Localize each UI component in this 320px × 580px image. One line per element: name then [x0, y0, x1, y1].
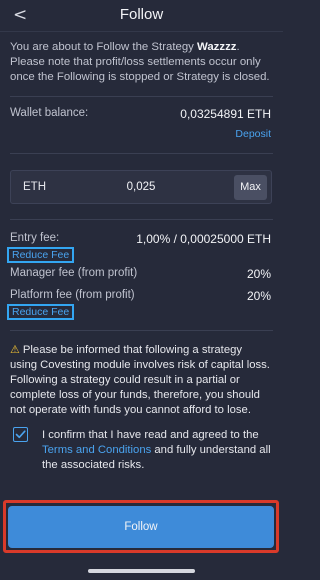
risk-warning-text: Please be informed that following a stra…	[10, 344, 270, 416]
confirm-text-before: I confirm that I have read and agreed to…	[42, 429, 259, 441]
warning-icon: ⚠	[10, 344, 20, 356]
platform-fee-value: 20%	[246, 289, 271, 303]
follow-notice: You are about to Follow the Strategy Waz…	[10, 40, 272, 85]
wallet-balance-value: 0,03254891 ETH	[180, 107, 271, 121]
deposit-link[interactable]: Deposit	[235, 128, 271, 140]
amount-input[interactable]	[11, 181, 271, 193]
page-title: Follow	[119, 6, 164, 23]
manager-fee-label: Manager fee (from profit)	[10, 267, 138, 279]
divider	[10, 219, 273, 220]
terms-link[interactable]: Terms and Conditions	[42, 444, 151, 456]
platform-fee-label: Platform fee (from profit)	[10, 289, 135, 301]
strategy-name: Wazzzz	[197, 41, 237, 53]
home-indicator[interactable]	[88, 569, 195, 573]
entry-fee-value: 1,00% / 0,00025000 ETH	[136, 232, 271, 246]
reduce-fee-link-platform[interactable]: Reduce Fee	[7, 304, 75, 320]
wallet-balance-label: Wallet balance:	[10, 107, 89, 119]
checkmark-icon	[15, 430, 26, 439]
terms-checkbox[interactable]	[13, 427, 28, 442]
divider	[10, 153, 273, 154]
divider	[10, 330, 273, 331]
follow-button[interactable]: Follow	[8, 506, 274, 548]
max-button[interactable]: Max	[234, 175, 267, 200]
entry-fee-label: Entry fee:	[10, 232, 60, 244]
header: < Follow	[0, 0, 283, 32]
risk-warning: ⚠ Please be informed that following a str…	[10, 343, 272, 418]
terms-confirmation: I confirm that I have read and agreed to…	[42, 428, 276, 473]
notice-text-before: You are about to Follow the Strategy	[10, 41, 198, 53]
manager-fee-value: 20%	[246, 267, 271, 281]
reduce-fee-link-entry[interactable]: Reduce Fee	[7, 247, 75, 263]
divider	[10, 96, 273, 97]
amount-input-box[interactable]: ETH Max	[10, 170, 272, 204]
